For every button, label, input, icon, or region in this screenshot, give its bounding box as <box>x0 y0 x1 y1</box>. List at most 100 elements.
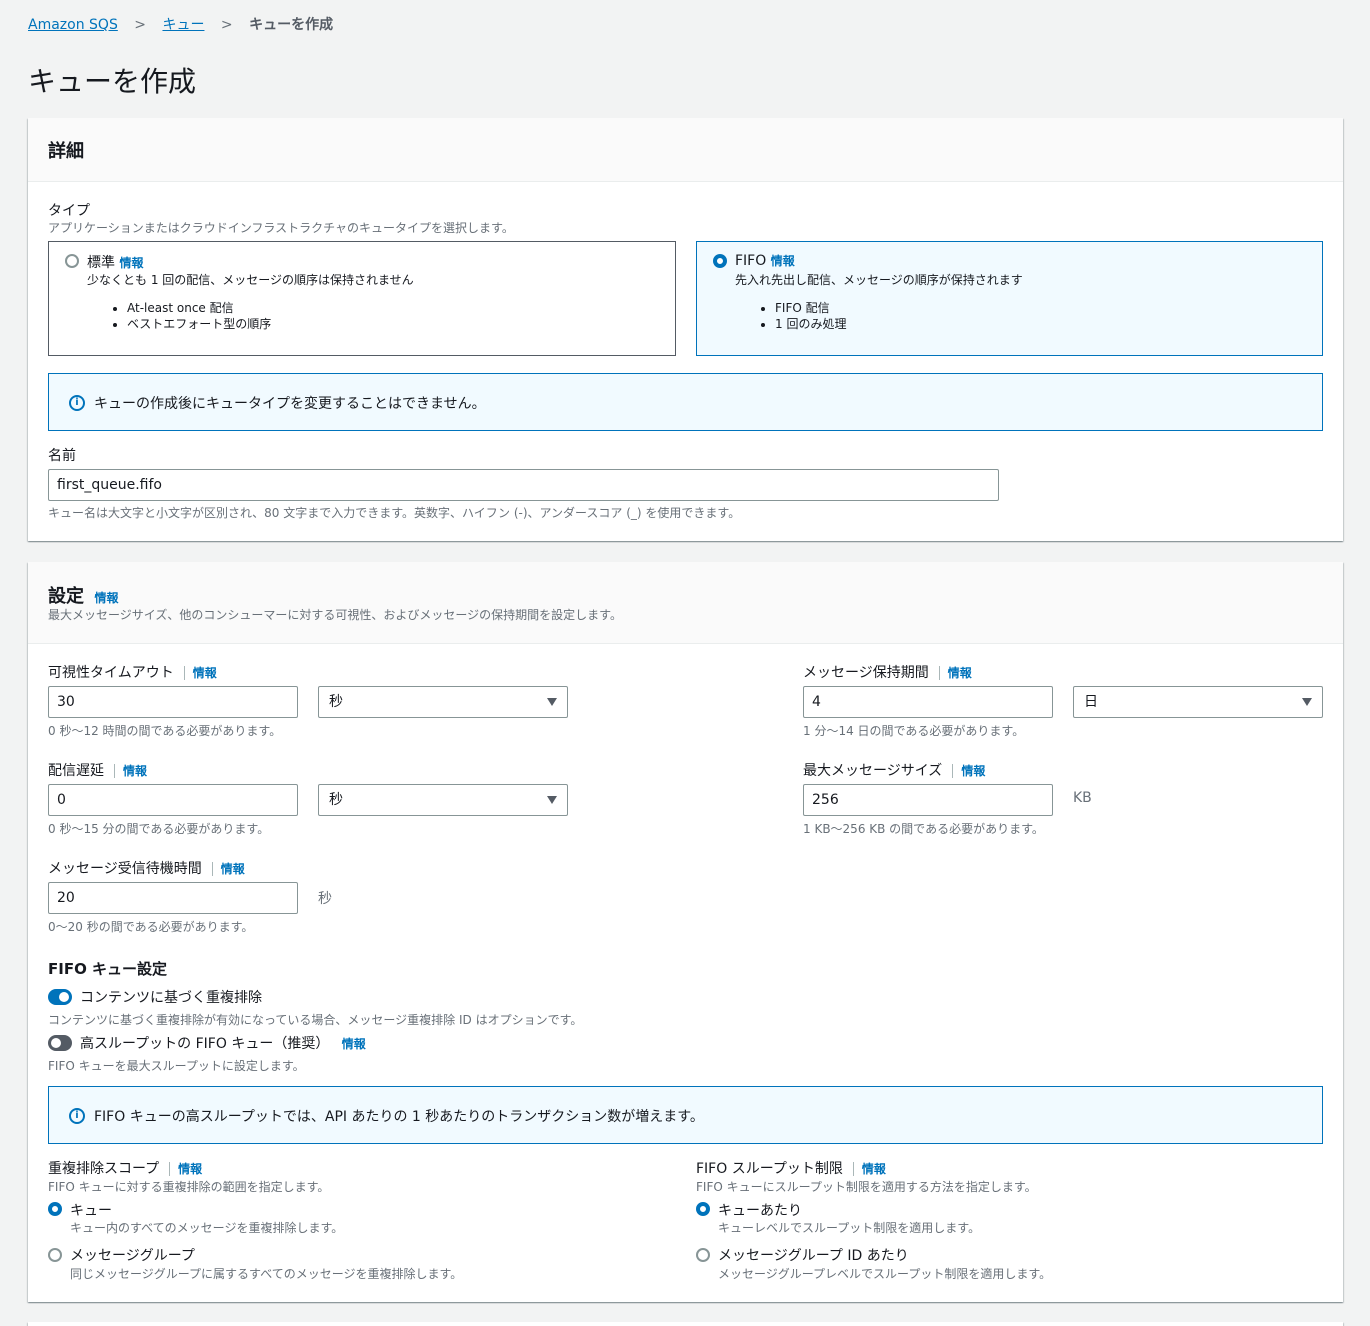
type-standard-info-link[interactable]: 情報 <box>119 256 143 270</box>
delivery-delay-label: 配信遅延 <box>48 763 104 779</box>
list-item: 1 回のみ処理 <box>775 316 846 332</box>
dedup-scope-info-link[interactable]: 情報 <box>178 1162 202 1176</box>
page-title: キューを作成 <box>28 65 197 98</box>
name-label: 名前 <box>48 448 76 464</box>
retention-period-unit-select[interactable]: 日 <box>1073 686 1323 718</box>
max-message-size-hint: 1 KB〜256 KB の間である必要があります。 <box>803 822 1044 836</box>
delivery-delay-info-link[interactable]: 情報 <box>123 764 147 778</box>
breadcrumb-queues[interactable]: キュー <box>162 17 204 33</box>
breadcrumb-amazon-sqs[interactable]: Amazon SQS <box>28 17 118 33</box>
content-dedup-label: コンテンツに基づく重複排除 <box>80 990 262 1006</box>
details-panel: 詳細 タイプ アプリケーションまたはクラウドインフラストラクチャのキュータイプを… <box>28 118 1343 541</box>
max-message-size-input[interactable]: 256 <box>803 784 1053 816</box>
type-standard-description: 少なくとも 1 回の配信、メッセージの順序は保持されません <box>87 273 414 287</box>
dedup-scope-queue-label[interactable]: キュー <box>70 1200 112 1220</box>
type-change-alert: i キューの作成後にキュータイプを変更することはできません。 <box>48 373 1323 431</box>
settings-title: 設定 <box>48 586 84 607</box>
dedup-scope-hint: FIFO キューに対する重複排除の範囲を指定します。 <box>48 1180 330 1194</box>
throughput-limit-per-queue-radio[interactable] <box>696 1202 710 1216</box>
throughput-limit-per-group-radio[interactable] <box>696 1248 710 1262</box>
max-message-size-unit: KB <box>1073 790 1092 806</box>
details-title: 詳細 <box>48 141 84 162</box>
type-fifo-radio[interactable] <box>713 254 727 268</box>
throughput-limit-hint: FIFO キューにスループット制限を適用する方法を指定します。 <box>696 1180 1037 1194</box>
caret-down-icon <box>1302 698 1312 706</box>
type-change-alert-text: キューの作成後にキュータイプを変更することはできません。 <box>94 396 486 412</box>
info-circle-icon: i <box>69 395 85 411</box>
max-message-size-info-link[interactable]: 情報 <box>961 764 985 778</box>
dedup-scope-message-group-radio[interactable] <box>48 1248 62 1262</box>
high-throughput-label: 高スループットの FIFO キュー（推奨） <box>80 1036 330 1052</box>
high-throughput-info-link[interactable]: 情報 <box>342 1037 366 1051</box>
delivery-delay-input[interactable]: 0 <box>48 784 298 816</box>
toggle-knob <box>51 1038 61 1048</box>
throughput-limit-info-link[interactable]: 情報 <box>862 1162 886 1176</box>
retention-period-hint: 1 分〜14 日の間である必要があります。 <box>803 724 1025 738</box>
breadcrumb-current: キューを作成 <box>249 17 334 33</box>
throughput-limit-per-queue-label[interactable]: キューあたり <box>718 1200 802 1220</box>
divider <box>169 1162 171 1176</box>
info-circle-icon: i <box>69 1108 85 1124</box>
throughput-alert: i FIFO キューの高スループットでは、API あたりの 1 秒あたりのトラン… <box>48 1086 1323 1144</box>
visibility-timeout-unit-value: 秒 <box>329 694 343 710</box>
receive-wait-time-unit: 秒 <box>318 891 332 907</box>
content-dedup-hint: コンテンツに基づく重複排除が有効になっている場合、メッセージ重複排除 ID はオ… <box>48 1013 583 1027</box>
type-standard-title: 標準 <box>87 255 115 271</box>
dedup-scope-message-group-label[interactable]: メッセージグループ <box>70 1245 195 1265</box>
chevron-right-icon: > <box>134 17 147 33</box>
receive-wait-time-info-link[interactable]: 情報 <box>221 862 245 876</box>
visibility-timeout-label: 可視性タイムアウト <box>48 665 174 681</box>
queue-name-input[interactable]: first_queue.fifo <box>48 469 999 501</box>
retention-period-info-link[interactable]: 情報 <box>948 666 972 680</box>
type-standard-radio[interactable] <box>65 254 79 268</box>
throughput-alert-text: FIFO キューの高スループットでは、API あたりの 1 秒あたりのトランザク… <box>94 1109 704 1125</box>
next-panel <box>28 1322 1343 1326</box>
high-throughput-toggle[interactable] <box>48 1035 72 1051</box>
toggle-knob <box>59 992 69 1002</box>
breadcrumb: Amazon SQS > キュー > キューを作成 <box>28 14 333 34</box>
retention-period-input[interactable]: 4 <box>803 686 1053 718</box>
type-fifo-info-link[interactable]: 情報 <box>771 254 795 268</box>
delivery-delay-unit-value: 秒 <box>329 792 343 808</box>
settings-panel: 設定 情報 最大メッセージサイズ、他のコンシューマーに対する可視性、およびメッセ… <box>28 562 1343 1302</box>
caret-down-icon <box>547 698 557 706</box>
type-fifo-title: FIFO <box>735 253 767 269</box>
type-standard-bullets: At-least once 配信 ベストエフォート型の順序 <box>111 300 271 332</box>
visibility-timeout-input[interactable]: 30 <box>48 686 298 718</box>
max-message-size-label: 最大メッセージサイズ <box>803 763 943 779</box>
delivery-delay-hint: 0 秒〜15 分の間である必要があります。 <box>48 822 270 836</box>
content-dedup-toggle[interactable] <box>48 989 72 1005</box>
list-item: ベストエフォート型の順序 <box>127 316 271 332</box>
retention-period-unit-value: 日 <box>1084 694 1098 710</box>
high-throughput-hint: FIFO キューを最大スループットに設定します。 <box>48 1059 305 1073</box>
type-fifo-tile[interactable]: FIFO 情報 先入れ先出し配信、メッセージの順序が保持されます FIFO 配信… <box>696 241 1323 356</box>
dedup-scope-label: 重複排除スコープ <box>48 1161 160 1177</box>
visibility-timeout-unit-select[interactable]: 秒 <box>318 686 568 718</box>
visibility-timeout-info-link[interactable]: 情報 <box>193 666 217 680</box>
throughput-limit-per-group-label[interactable]: メッセージグループ ID あたり <box>718 1245 909 1265</box>
divider <box>952 764 954 778</box>
caret-down-icon <box>547 796 557 804</box>
dedup-scope-queue-radio[interactable] <box>48 1202 62 1216</box>
dedup-scope-message-group-hint: 同じメッセージグループに属するすべてのメッセージを重複排除します。 <box>70 1267 463 1281</box>
throughput-limit-label: FIFO スループット制限 <box>696 1161 843 1177</box>
receive-wait-time-input[interactable]: 20 <box>48 882 298 914</box>
divider <box>938 666 940 680</box>
delivery-delay-unit-select[interactable]: 秒 <box>318 784 568 816</box>
settings-info-link[interactable]: 情報 <box>94 591 118 605</box>
throughput-limit-per-queue-hint: キューレベルでスループット制限を適用します。 <box>718 1221 981 1235</box>
divider <box>852 1162 854 1176</box>
visibility-timeout-hint: 0 秒〜12 時間の間である必要があります。 <box>48 724 282 738</box>
retention-period-label: メッセージ保持期間 <box>803 665 929 681</box>
list-item: FIFO 配信 <box>775 300 846 316</box>
name-hint: キュー名は大文字と小文字が区別され、80 文字まで入力できます。英数字、ハイフン… <box>48 506 741 520</box>
type-standard-tile[interactable]: 標準 情報 少なくとも 1 回の配信、メッセージの順序は保持されません At-l… <box>48 241 676 356</box>
divider <box>183 666 185 680</box>
type-label: タイプ <box>48 203 90 219</box>
type-fifo-bullets: FIFO 配信 1 回のみ処理 <box>759 300 846 332</box>
list-item: At-least once 配信 <box>127 300 271 316</box>
divider <box>114 764 115 778</box>
dedup-scope-queue-hint: キュー内のすべてのメッセージを重複排除します。 <box>70 1221 344 1235</box>
settings-description: 最大メッセージサイズ、他のコンシューマーに対する可視性、およびメッセージの保持期… <box>48 608 622 622</box>
receive-wait-time-label: メッセージ受信待機時間 <box>48 861 202 877</box>
